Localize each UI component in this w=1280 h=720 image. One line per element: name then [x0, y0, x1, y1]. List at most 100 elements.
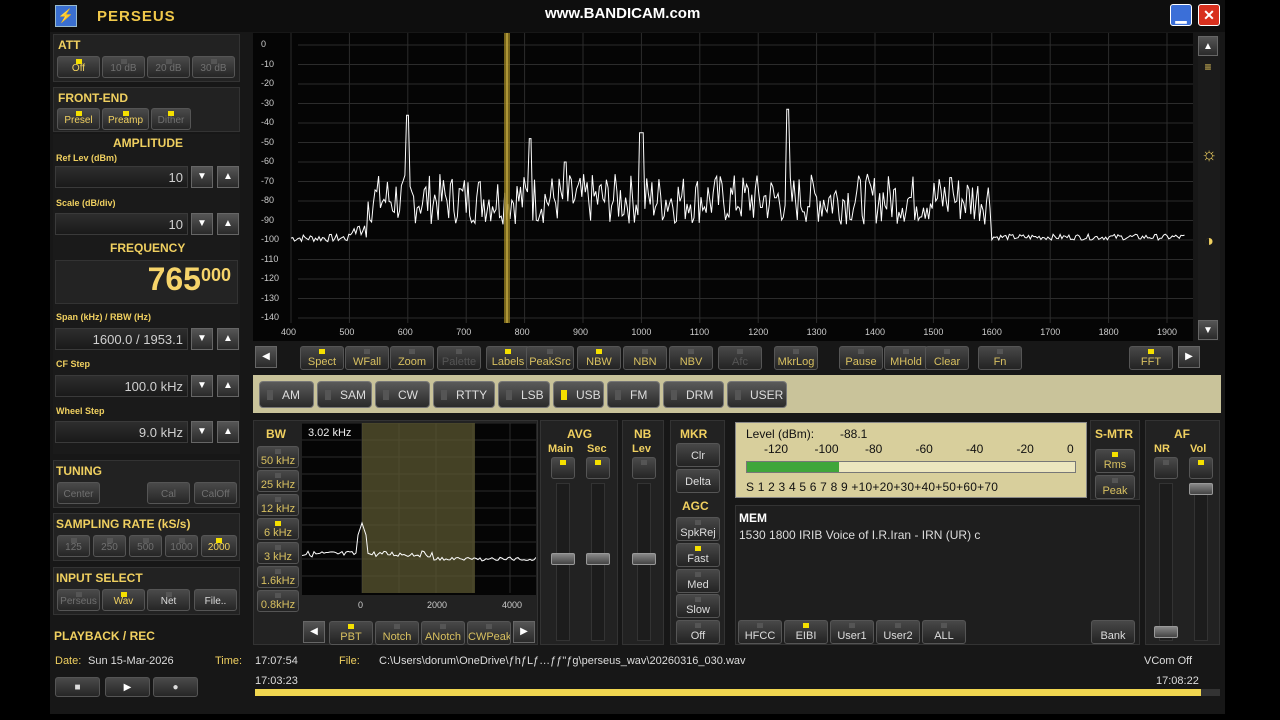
span-field[interactable]: 1600.0 / 1953.1 [55, 328, 188, 350]
toolbar-fn-button[interactable]: Fn [978, 346, 1022, 370]
sr-125-button[interactable]: 125 [57, 535, 90, 557]
cf-step-field[interactable]: 100.0 kHz [55, 375, 188, 397]
mem-eibi-button[interactable]: EIBI [784, 620, 828, 644]
bw-3khz-button[interactable]: 3 kHz [257, 542, 299, 564]
dither-button[interactable]: Dither [151, 108, 191, 130]
toolbar-pause-button[interactable]: Pause [839, 346, 883, 370]
agc-fast-button[interactable]: Fast [676, 543, 720, 567]
att-20db-button[interactable]: 20 dB [147, 56, 190, 78]
record-button[interactable]: ● [153, 677, 198, 697]
center-button[interactable]: Center [57, 482, 100, 504]
agc-off-button[interactable]: Off [676, 620, 720, 644]
att-10db-button[interactable]: 10 dB [102, 56, 145, 78]
presel-button[interactable]: Presel [57, 108, 100, 130]
vol-knob[interactable] [1189, 483, 1213, 495]
vol-slider[interactable] [1194, 483, 1208, 641]
toolbar-mkrlog-button[interactable]: MkrLog [774, 346, 818, 370]
frequency-display[interactable]: 765000 [55, 260, 238, 304]
cf-step-up-icon[interactable]: ▲ [217, 375, 239, 397]
toolbar-afc-button[interactable]: Afc [718, 346, 762, 370]
span-down-icon[interactable]: ▼ [191, 328, 213, 350]
menu-lines-icon[interactable]: ≡ [1200, 60, 1216, 76]
spectrum-plot[interactable] [253, 33, 1193, 341]
toolbar-spect-button[interactable]: Spect [300, 346, 344, 370]
toolbar-labels-button[interactable]: Labels [486, 346, 530, 370]
vol-toggle[interactable] [1189, 457, 1213, 479]
nr-slider[interactable] [1159, 483, 1173, 641]
mkr-delta-button[interactable]: Delta [676, 469, 720, 493]
input-wav-button[interactable]: Wav [102, 589, 145, 611]
input-perseus-button[interactable]: Perseus [57, 589, 100, 611]
avg-main-knob[interactable] [551, 553, 575, 565]
ref-level-up-icon[interactable]: ▲ [217, 166, 239, 188]
scale-up-icon[interactable]: ▲ [217, 213, 239, 235]
cwpeak-button[interactable]: CWPeak [467, 621, 511, 645]
minimize-button[interactable]: ▁ [1170, 4, 1192, 26]
sr-250-button[interactable]: 250 [93, 535, 126, 557]
cf-step-down-icon[interactable]: ▼ [191, 375, 213, 397]
bw-50khz-button[interactable]: 50 kHz [257, 446, 299, 468]
scale-field[interactable]: 10 [55, 213, 188, 235]
toolbar-peaksrc-button[interactable]: PeakSrc [526, 346, 574, 370]
toolbar-nbn-button[interactable]: NBN [623, 346, 667, 370]
bw-left-icon[interactable]: ◀ [303, 621, 325, 643]
att-30db-button[interactable]: 30 dB [192, 56, 235, 78]
toolbar-nbw-button[interactable]: NBW [577, 346, 621, 370]
mem-entry[interactable]: 1530 1800 IRIB Voice of I.R.Iran - IRN (… [739, 528, 980, 542]
ref-level-field[interactable]: 10 [55, 166, 188, 188]
mem-user2-button[interactable]: User2 [876, 620, 920, 644]
mode-sam-button[interactable]: SAM [317, 381, 372, 408]
scale-down-icon[interactable]: ▼ [191, 213, 213, 235]
notch-button[interactable]: Notch [375, 621, 419, 645]
span-up-icon[interactable]: ▲ [217, 328, 239, 350]
spectrum-display[interactable]: 0 -10 -20 -30 -40 -50 -60 -70 -80 -90 -100 -110 -120… [253, 33, 1193, 341]
toolbar-mhold-button[interactable]: MHold [884, 346, 928, 370]
mode-user-button[interactable]: USER [727, 381, 787, 408]
mode-drm-button[interactable]: DRM [663, 381, 724, 408]
bw-display[interactable]: 3.02 kHz 0 2000 4000 [301, 422, 585, 610]
cal-button[interactable]: Cal [147, 482, 190, 504]
toolbar-left-icon[interactable]: ◀ [255, 346, 277, 368]
agc-med-button[interactable]: Med [676, 569, 720, 593]
mode-usb-button[interactable]: USB [553, 381, 604, 408]
input-file-button[interactable]: File.. [194, 589, 237, 611]
close-icon[interactable]: ✕ [1198, 4, 1220, 26]
wheel-step-field[interactable]: 9.0 kHz [55, 421, 188, 443]
bw-12khz-button[interactable]: 12 kHz [257, 494, 299, 516]
mode-rtty-button[interactable]: RTTY [433, 381, 495, 408]
app-logo-icon[interactable]: ⚡ [55, 5, 77, 27]
smtr-rms-button[interactable]: Rms [1095, 449, 1135, 473]
mkr-clr-button[interactable]: Clr [676, 443, 720, 467]
smtr-peak-button[interactable]: Peak [1095, 475, 1135, 499]
contrast-icon[interactable]: ◑ [1199, 232, 1219, 252]
bw-6khz-button[interactable]: 6 kHz [257, 518, 299, 540]
nr-toggle[interactable] [1154, 457, 1178, 479]
brightness-icon[interactable]: ☼ [1199, 144, 1219, 164]
mem-bank-button[interactable]: Bank [1091, 620, 1135, 644]
nb-level-knob[interactable] [632, 553, 656, 565]
mem-user1-button[interactable]: User1 [830, 620, 874, 644]
ref-level-down-icon[interactable]: ▼ [191, 166, 213, 188]
stop-button[interactable]: ■ [55, 677, 100, 697]
mode-fm-button[interactable]: FM [607, 381, 660, 408]
mem-hfcc-button[interactable]: HFCC [738, 620, 782, 644]
wheel-step-up-icon[interactable]: ▲ [217, 421, 239, 443]
bw-right-icon[interactable]: ▶ [513, 621, 535, 643]
mode-cw-button[interactable]: CW [375, 381, 430, 408]
sr-2000-button[interactable]: 2000 [201, 535, 237, 557]
bw-0.8khz-button[interactable]: 0.8kHz [257, 590, 299, 612]
mode-am-button[interactable]: AM [259, 381, 314, 408]
agc-spkrej-button[interactable]: SpkRej [676, 517, 720, 541]
mem-all-button[interactable]: ALL [922, 620, 966, 644]
agc-slow-button[interactable]: Slow [676, 594, 720, 618]
toolbar-zoom-button[interactable]: Zoom [390, 346, 434, 370]
sr-500-button[interactable]: 500 [129, 535, 162, 557]
toolbar-right-icon[interactable]: ▶ [1178, 346, 1200, 368]
att-off-button[interactable]: Off [57, 56, 100, 78]
bw-1.6khz-button[interactable]: 1.6kHz [257, 566, 299, 588]
caloff-button[interactable]: CalOff [194, 482, 237, 504]
toolbar-wfall-button[interactable]: WFall [345, 346, 389, 370]
scroll-down-icon[interactable]: ▼ [1198, 320, 1218, 340]
nb-toggle[interactable] [632, 457, 656, 479]
play-button[interactable]: ▶ [105, 677, 150, 697]
